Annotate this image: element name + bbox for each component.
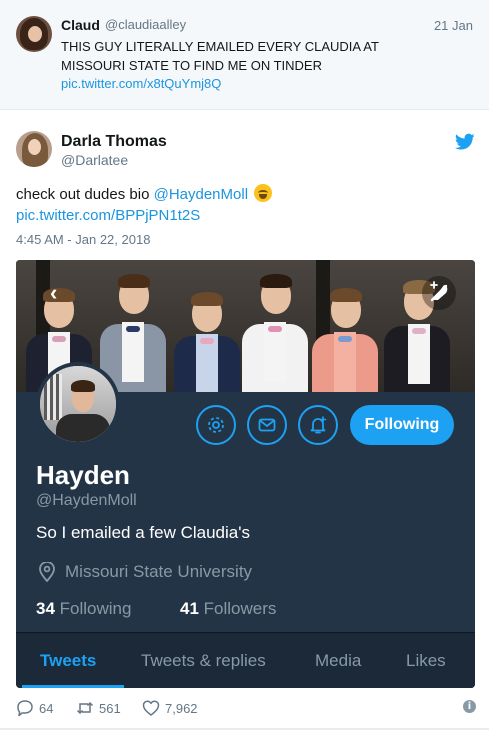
tweet-text: check out dudes bio @HaydenMoll (16, 184, 273, 205)
laughing-emoji-icon (254, 184, 273, 202)
following-stat[interactable]: 34 Following (36, 599, 131, 619)
tab-tweets[interactable]: Tweets (40, 651, 96, 671)
mention-link[interactable]: @HaydenMoll (154, 186, 248, 203)
info-icon[interactable]: i (463, 700, 476, 713)
following-button[interactable]: Following (350, 405, 454, 445)
parent-date[interactable]: 21 Jan (434, 18, 473, 33)
heart-icon (142, 700, 160, 716)
settings-button[interactable] (196, 405, 236, 445)
like-button[interactable]: 7,962 (142, 698, 198, 718)
notifications-button[interactable] (298, 405, 338, 445)
following-count: 34 (36, 599, 55, 618)
following-label: Following (59, 599, 132, 618)
twitter-bird-icon[interactable] (455, 133, 475, 151)
retweet-icon (76, 701, 94, 715)
tab-media[interactable]: Media (315, 651, 361, 671)
embedded-profile-image[interactable]: ‹ Following Hayden @HaydenMoll So I emai (16, 260, 475, 688)
compose-icon[interactable] (422, 276, 456, 310)
profile-bio: So I emailed a few Claudia's (36, 523, 250, 542)
reply-icon (17, 700, 33, 717)
tweet-text-body: check out dudes bio (16, 186, 154, 203)
location-pin-icon (39, 562, 55, 582)
reply-button[interactable]: 64 (16, 698, 53, 718)
profile-avatar[interactable] (36, 362, 120, 446)
profile-handle: @HaydenMoll (36, 492, 137, 509)
active-tab-indicator (22, 685, 124, 688)
like-count: 7,962 (165, 700, 198, 716)
parent-avatar[interactable] (16, 16, 52, 52)
tab-likes[interactable]: Likes (406, 651, 446, 671)
retweet-count: 561 (99, 700, 121, 716)
tab-tweets-replies[interactable]: Tweets & replies (141, 651, 266, 671)
gear-icon (208, 417, 224, 433)
author-avatar[interactable] (16, 131, 52, 167)
tweet-actions: 64 561 7,962 i (16, 698, 476, 718)
tweet-pic-link[interactable]: pic.twitter.com/BPPjPN1t2S (16, 207, 200, 224)
reply-count: 64 (39, 700, 54, 716)
retweet-button[interactable]: 561 (76, 698, 121, 718)
author-handle[interactable]: @Darlatee (61, 152, 128, 168)
parent-tweet-text: THIS GUY LITERALLY EMAILED EVERY CLAUDIA… (61, 39, 379, 73)
profile-name: Hayden (36, 460, 130, 490)
back-chevron-icon[interactable]: ‹ (50, 280, 57, 306)
followers-stat[interactable]: 41 Followers (180, 599, 276, 619)
profile-location: Missouri State University (65, 562, 253, 581)
bell-plus-icon (310, 416, 327, 434)
message-button[interactable] (247, 405, 287, 445)
profile-tabs: Tweets Tweets & replies Media Likes (16, 632, 475, 688)
parent-author-name[interactable]: Claud (61, 17, 100, 33)
parent-pic-link[interactable]: pic.twitter.com/x8tQuYmj8Q (61, 76, 221, 91)
followers-label: Followers (203, 599, 277, 618)
parent-author-handle[interactable]: @claudiaalley (105, 17, 186, 32)
author-name[interactable]: Darla Thomas (61, 133, 167, 151)
parent-tweet[interactable]: Claud @claudiaalley 21 Jan THIS GUY LITE… (0, 0, 489, 110)
followers-count: 41 (180, 599, 199, 618)
envelope-icon (258, 418, 276, 432)
tweet-timestamp[interactable]: 4:45 AM - Jan 22, 2018 (16, 232, 150, 247)
